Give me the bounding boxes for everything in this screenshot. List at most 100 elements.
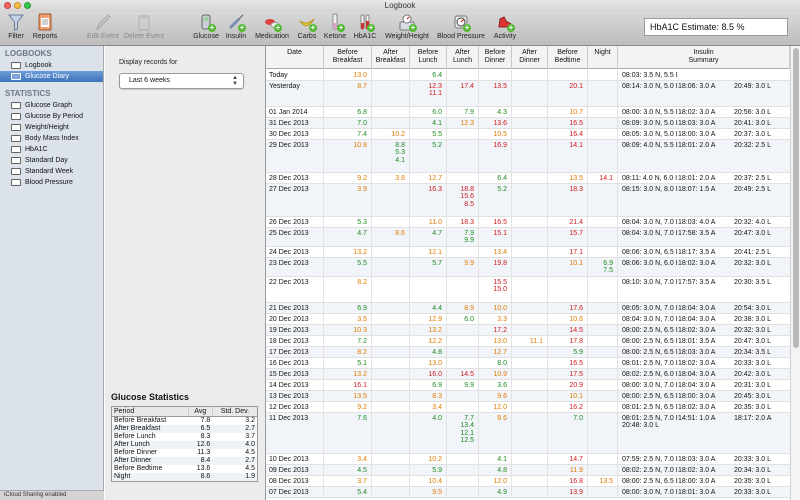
glucose-cell: 9.2	[324, 402, 372, 412]
diary-row[interactable]: 17 Dec 2013 8.2 4.8 12.7 5.9 08:00: 2.5 N, 6.…	[266, 347, 790, 358]
glucose-reading: 9.9	[464, 382, 474, 389]
insulin-dose: 20:38: 3.0 L	[734, 316, 771, 323]
sidebar-item-label: Glucose Diary	[25, 73, 69, 80]
column-header[interactable]: After Lunch	[447, 46, 479, 69]
column-header[interactable]: Insulin Summary	[618, 46, 790, 69]
sidebar-item-label: Glucose By Period	[25, 113, 83, 120]
scrollbar-thumb[interactable]	[793, 48, 799, 348]
toolbar-delete-event-button[interactable]: Delete Event	[122, 13, 166, 40]
diary-row[interactable]: 24 Dec 2013 13.2 12.1 13.4 17.1 08:06: 3.0 N,…	[266, 247, 790, 258]
diary-row[interactable]: 09 Dec 2013 4.5 5.9 4.8 11.9 08:02: 2.5 N, 7.…	[266, 465, 790, 476]
diary-row[interactable]: 14 Dec 2013 16.1 6.9 9.9 3.6 20.9 08:00: 3.0 N…	[266, 380, 790, 391]
glucose-reading: 3.5	[357, 316, 367, 323]
glucose-reading: 11.0	[428, 219, 442, 226]
sidebar-item-glucose-by-period[interactable]: Glucose By Period	[0, 111, 103, 122]
column-header[interactable]: Night	[588, 46, 618, 69]
column-header[interactable]: Date	[266, 46, 324, 69]
column-header[interactable]: Before Bedtime	[548, 46, 588, 69]
diary-row[interactable]: 26 Dec 2013 5.3 11.0 18.3 16.5 21.4 08:04: 3.0…	[266, 217, 790, 228]
glucose-cell: 11.1	[512, 336, 548, 346]
insulin-summary-cell: 08:00: 2.5 N, 6.5 I 18:00: 3.0 A 20:35: 3.…	[618, 476, 790, 486]
column-header[interactable]: Before Lunch	[410, 46, 447, 69]
diary-row[interactable]: 27 Dec 2013 3.9 16.3 18.8 15.6 8.5 5.2 18.3 08:1…	[266, 184, 790, 217]
diary-row[interactable]: 28 Dec 2013 9.2 3.8 12.7 6.4 13.5 14.1 08:11: 4…	[266, 173, 790, 184]
column-header[interactable]: Before Breakfast	[324, 46, 372, 69]
glucose-cell: 8.6	[372, 228, 410, 246]
date-cell: 18 Dec 2013	[266, 336, 324, 346]
glucose-cell	[447, 358, 479, 368]
column-header[interactable]: Before Dinner	[479, 46, 512, 69]
diary-row[interactable]: 13 Dec 2013 13.5 8.3 9.6 10.1 08:00: 2.5 N, 6…	[266, 391, 790, 402]
diary-row[interactable]: 11 Dec 2013 7.6 4.0 7.7 13.4 12.1 12.5 8.6 7.0 08…	[266, 413, 790, 454]
diary-row[interactable]: 22 Dec 2013 8.2 15.5 15.0 08:10: 3.0 N, 7.0 …	[266, 277, 790, 303]
diary-row[interactable]: 15 Dec 2013 13.2 16.0 14.5 10.9 17.5 08:02: 2.…	[266, 369, 790, 380]
column-header-line: Before	[337, 49, 358, 56]
insulin-dose: 08:01: 2.5 N, 7.0 I	[622, 360, 678, 367]
sidebar-item-logbook[interactable]: Logbook	[0, 60, 103, 71]
diary-row[interactable]: 21 Dec 2013 6.9 4.4 8.9 10.0 17.6 08:05: 3.0 N…	[266, 303, 790, 314]
toolbar-blood-pressure-button[interactable]: + Blood Pressure	[434, 13, 488, 40]
insulin-dose: 18:01: 3.0 A	[678, 489, 716, 496]
close-window-button[interactable]	[4, 2, 11, 9]
diary-row[interactable]: 10 Dec 2013 3.4 10.2 4.1 14.7 07:59: 2.5 N, 7…	[266, 454, 790, 465]
diary-row[interactable]: 19 Dec 2013 10.3 13.2 17.2 14.5 08:00: 2.5 N,…	[266, 325, 790, 336]
diary-row[interactable]: 07 Dec 2013 5.4 9.5 4.9 13.9 08:00: 3.0 N, 7.…	[266, 487, 790, 498]
glucose-reading: 16.3	[428, 186, 442, 193]
toolbar-edit-event-button[interactable]: Edit Event	[84, 13, 122, 40]
display-period-select[interactable]: Last 6 weeks ▲ ▼	[119, 73, 244, 89]
column-header[interactable]: After Dinner	[512, 46, 548, 69]
display-records-label: Display records for	[119, 59, 178, 66]
sidebar-item-glucose-diary[interactable]: Glucose Diary	[0, 71, 103, 82]
diary-row[interactable]: 01 Jan 2014 6.8 6.0 7.9 4.3 10.7 08:00: 3.0 N,…	[266, 107, 790, 118]
diary-row[interactable]: 18 Dec 2013 7.2 12.2 13.0 11.1 17.8 08:00: 2.5…	[266, 336, 790, 347]
toolbar-insulin-button[interactable]: + Insulin	[222, 13, 250, 40]
diary-row[interactable]: 12 Dec 2013 9.2 3.4 12.0 16.2 08:01: 2.5 N, 6…	[266, 402, 790, 413]
stats-cell: 2.7	[212, 457, 258, 465]
toolbar-reports-button[interactable]: Reports	[30, 13, 60, 40]
minimize-window-button[interactable]	[14, 2, 21, 9]
glucose-reading: 19.8	[493, 260, 507, 267]
sidebar-item-blood-pressure[interactable]: Blood Pressure	[0, 177, 103, 188]
diary-row[interactable]: 31 Dec 2013 7.0 4.1 12.3 13.6 16.5 08:09: 3.0 …	[266, 118, 790, 129]
toolbar-glucose-button[interactable]: + Glucose	[192, 13, 220, 40]
sidebar-item-glucose-graph[interactable]: Glucose Graph	[0, 100, 103, 111]
sidebar-item-standard-week[interactable]: Standard Week	[0, 166, 103, 177]
column-header[interactable]: After Breakfast	[372, 46, 410, 69]
sidebar-item-weight-height[interactable]: Weight/Height	[0, 122, 103, 133]
toolbar-activity-button[interactable]: + Activity	[490, 13, 520, 40]
diary-row[interactable]: 23 Dec 2013 5.5 5.7 9.9 19.8 10.1 6.9 7.5 08:06:…	[266, 258, 790, 277]
glucose-cell: 3.4	[324, 454, 372, 464]
diary-row[interactable]: Yesterday 8.7 12.3 11.1 17.4 13.5 20.1 08:14: 3…	[266, 81, 790, 107]
insulin-summary-cell: 08:00: 2.5 N, 6.5 I 18:01: 3.5 A 20:47: 3.…	[618, 336, 790, 346]
sidebar-item-standard-day[interactable]: Standard Day	[0, 155, 103, 166]
toolbar-medication-button[interactable]: + Medication	[252, 13, 292, 40]
glucose-cell	[447, 402, 479, 412]
glucose-reading: 10.2	[428, 456, 442, 463]
glucose-cell	[447, 487, 479, 497]
glucose-cell: 4.9	[479, 487, 512, 497]
diary-row[interactable]: Today 13.0 6.4 08:03: 3.5 N, 5.5 I	[266, 70, 790, 81]
toolbar-carbs-button[interactable]: + Carbs	[294, 13, 320, 40]
diary-row[interactable]: 08 Dec 2013 3.7 10.4 12.0 16.8 13.5 08:00: 2.5…	[266, 476, 790, 487]
vertical-scrollbar[interactable]	[790, 46, 800, 500]
sidebar-item-hba1c[interactable]: HbA1C	[0, 144, 103, 155]
toolbar-weight-height-button[interactable]: + Weight/Height	[382, 13, 432, 40]
stats-cell: 6.5	[188, 425, 213, 433]
diary-row[interactable]: 30 Dec 2013 7.4 10.2 5.5 10.5 16.4 08:05: 3.0 …	[266, 129, 790, 140]
stats-cell: 3.2	[245, 417, 255, 424]
glucose-cell: 9.5	[410, 487, 447, 497]
diary-row[interactable]: 29 Dec 2013 10.8 8.8 5.3 4.1 5.2 16.9 14.1 08:09…	[266, 140, 790, 173]
toolbar-hba1c-button[interactable]: + HbA1C	[350, 13, 380, 40]
sidebar-item-body-mass-index[interactable]: Body Mass Index	[0, 133, 103, 144]
glucose-reading: 6.0	[432, 109, 442, 116]
diary-row[interactable]: 20 Dec 2013 3.5 12.9 6.0 3.3 10.6 08:04: 3.0 N…	[266, 314, 790, 325]
toolbar-filter-button[interactable]: Filter	[4, 13, 28, 40]
toolbar-ketone-button[interactable]: + Ketone	[322, 13, 348, 40]
zoom-window-button[interactable]	[24, 2, 31, 9]
insulin-line: 08:14: 3.0 N, 5.0 I 18:06: 3.0 A 20:49: 3.…	[620, 83, 790, 90]
diary-row[interactable]: 25 Dec 2013 4.7 8.6 4.7 7.9 9.9 15.1 15.7 08:04:…	[266, 228, 790, 247]
glucose-cell	[512, 70, 548, 80]
glucose-cell: 4.8	[410, 347, 447, 357]
diary-row[interactable]: 16 Dec 2013 5.1 13.0 8.0 16.5 08:01: 2.5 N, 7…	[266, 358, 790, 369]
insulin-dose: 20:42: 3.0 L	[734, 371, 771, 378]
